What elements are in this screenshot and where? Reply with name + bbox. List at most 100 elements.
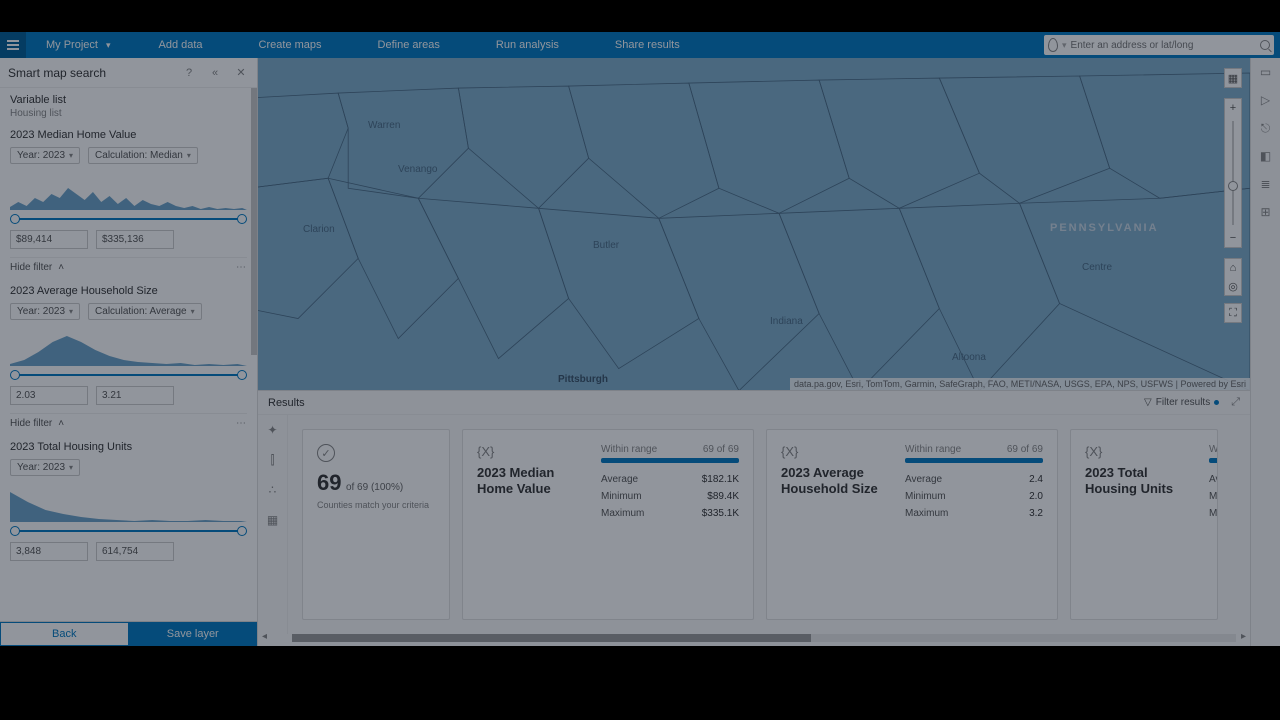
map-label: Altoona bbox=[952, 352, 986, 363]
nav-create-maps[interactable]: Create maps bbox=[231, 39, 350, 51]
range-slider[interactable] bbox=[10, 214, 247, 224]
nav-share-results[interactable]: Share results bbox=[587, 39, 708, 51]
range-slider[interactable] bbox=[10, 526, 247, 536]
variable-icon: {X} bbox=[1085, 444, 1195, 459]
section-sub: Housing list bbox=[10, 108, 247, 119]
section-title: Variable list bbox=[10, 94, 247, 106]
state-label: PENNSYLVANIA bbox=[1050, 222, 1159, 234]
project-name: My Project bbox=[46, 39, 98, 51]
rail-tool-icon[interactable]: ⎋ bbox=[1258, 120, 1274, 136]
range-slider[interactable] bbox=[10, 370, 247, 380]
rail-tool-icon[interactable]: ⊞ bbox=[1258, 204, 1274, 220]
stat-card: {X} 2023 Median Home Value Within range6… bbox=[462, 429, 754, 620]
max-input[interactable] bbox=[96, 542, 174, 561]
fullscreen-icon[interactable]: ⛶ bbox=[1225, 304, 1241, 322]
map-label: Centre bbox=[1082, 262, 1112, 273]
nav-define-areas[interactable]: Define areas bbox=[350, 39, 468, 51]
pin-icon bbox=[1048, 38, 1058, 52]
match-desc: Counties match your criteria bbox=[317, 500, 435, 512]
chevron-down-icon: ▾ bbox=[106, 40, 111, 51]
results-title: Results bbox=[268, 397, 305, 409]
progress-bar bbox=[905, 458, 1043, 463]
map-label: Venango bbox=[398, 164, 438, 175]
help-icon[interactable]: ? bbox=[181, 65, 197, 81]
nav-add-data[interactable]: Add data bbox=[131, 39, 231, 51]
collapse-icon[interactable]: « bbox=[207, 65, 223, 81]
filter-results-button[interactable]: ▽Filter results bbox=[1144, 397, 1219, 408]
basemap-button[interactable]: ▦ bbox=[1224, 68, 1242, 88]
scroll-right-icon[interactable]: ▸ bbox=[1241, 631, 1246, 642]
summary-card: 69 of 69 (100%) Counties match your crit… bbox=[302, 429, 450, 620]
variable-title: 2023 Total Housing Units bbox=[10, 441, 247, 453]
expand-icon[interactable]: ⤢ bbox=[1231, 396, 1240, 409]
year-dropdown[interactable]: Year: 2023▾ bbox=[10, 459, 80, 476]
progress-bar bbox=[601, 458, 739, 463]
max-input[interactable] bbox=[96, 230, 174, 249]
variable-title: 2023 Average Household Size bbox=[10, 285, 247, 297]
scroll-left-icon[interactable]: ◂ bbox=[262, 631, 267, 642]
histogram bbox=[10, 484, 247, 522]
rail-tool-icon[interactable]: ◧ bbox=[1258, 148, 1274, 164]
chevron-up-icon: ˄ bbox=[58, 262, 64, 273]
save-layer-button[interactable]: Save layer bbox=[129, 622, 258, 646]
chevron-down-icon[interactable]: ▾ bbox=[1062, 40, 1067, 51]
max-input[interactable] bbox=[96, 386, 174, 405]
hide-filter-toggle[interactable]: Hide filter˄⋯ bbox=[10, 257, 247, 277]
variable-title: 2023 Median Home Value bbox=[10, 129, 247, 141]
home-icon[interactable]: ⌂ bbox=[1225, 259, 1241, 277]
panel-title: Smart map search bbox=[8, 66, 106, 80]
histogram bbox=[10, 172, 247, 210]
variable-block: 2023 Average Household Size Year: 2023▾ … bbox=[10, 285, 247, 433]
horizontal-scrollbar[interactable] bbox=[292, 634, 1236, 642]
rail-tool-icon[interactable]: ▷ bbox=[1258, 92, 1274, 108]
zoom-out-icon: − bbox=[1225, 229, 1241, 247]
map-canvas[interactable]: Warren Venango Clarion Butler Pittsburgh… bbox=[258, 58, 1250, 390]
search-icon[interactable] bbox=[1260, 40, 1270, 50]
calc-dropdown[interactable]: Calculation: Median▾ bbox=[88, 147, 198, 164]
grid-icon: ▦ bbox=[1225, 69, 1241, 87]
table-icon[interactable]: ▦ bbox=[258, 505, 287, 535]
hamburger-icon[interactable] bbox=[0, 32, 26, 58]
search-input[interactable] bbox=[1071, 40, 1260, 51]
address-search[interactable]: ▾ bbox=[1044, 35, 1274, 55]
top-nav: My Project ▾ Add data Create maps Define… bbox=[0, 32, 1280, 58]
min-input[interactable] bbox=[10, 230, 88, 249]
more-icon[interactable]: ⋯ bbox=[236, 262, 247, 273]
results-panel: Results ▽Filter results ⤢ ✦ ⫿ ∴ ▦ 69 of … bbox=[258, 390, 1250, 646]
wand-icon[interactable]: ✦ bbox=[258, 415, 287, 445]
variable-block: 2023 Total Housing Units Year: 2023▾ bbox=[10, 441, 247, 561]
chevron-up-icon: ˄ bbox=[58, 418, 64, 429]
calc-dropdown[interactable]: Calculation: Average▾ bbox=[88, 303, 202, 320]
zoom-slider[interactable]: +− bbox=[1224, 98, 1242, 248]
zoom-in-icon: + bbox=[1225, 99, 1241, 117]
variable-icon: {X} bbox=[477, 444, 587, 459]
scatter-icon[interactable]: ∴ bbox=[258, 475, 287, 505]
close-icon[interactable]: ✕ bbox=[233, 65, 249, 81]
back-button[interactable]: Back bbox=[0, 622, 129, 646]
filter-icon: ▽ bbox=[1144, 397, 1152, 408]
right-tool-rail: ▭ ▷ ⎋ ◧ ≣ ⊞ bbox=[1250, 58, 1280, 646]
stat-card: {X} 2023 Total Housing Units With Aver M… bbox=[1070, 429, 1218, 620]
check-icon bbox=[317, 444, 335, 462]
rail-tool-icon[interactable]: ≣ bbox=[1258, 176, 1274, 192]
match-count: 69 bbox=[317, 470, 341, 495]
more-icon[interactable]: ⋯ bbox=[236, 418, 247, 429]
nav-run-analysis[interactable]: Run analysis bbox=[468, 39, 587, 51]
min-input[interactable] bbox=[10, 386, 88, 405]
progress-bar bbox=[1209, 458, 1218, 463]
smart-search-panel: Smart map search ? « ✕ Variable list Hou… bbox=[0, 58, 258, 646]
year-dropdown[interactable]: Year: 2023▾ bbox=[10, 147, 80, 164]
min-input[interactable] bbox=[10, 542, 88, 561]
variable-icon: {X} bbox=[781, 444, 891, 459]
rail-tool-icon[interactable]: ▭ bbox=[1258, 64, 1274, 80]
map-label: Pittsburgh bbox=[558, 374, 608, 385]
chart-icon[interactable]: ⫿ bbox=[258, 445, 287, 475]
results-view-tabs: ✦ ⫿ ∴ ▦ bbox=[258, 415, 288, 634]
locate-icon[interactable]: ◎ bbox=[1225, 277, 1241, 295]
stat-card: {X} 2023 Average Household Size Within r… bbox=[766, 429, 1058, 620]
year-dropdown[interactable]: Year: 2023▾ bbox=[10, 303, 80, 320]
map-attribution: data.pa.gov, Esri, TomTom, Garmin, SafeG… bbox=[790, 378, 1250, 390]
stat-title: 2023 Median Home Value bbox=[477, 465, 587, 498]
project-dropdown[interactable]: My Project ▾ bbox=[26, 39, 131, 51]
hide-filter-toggle[interactable]: Hide filter˄⋯ bbox=[10, 413, 247, 433]
